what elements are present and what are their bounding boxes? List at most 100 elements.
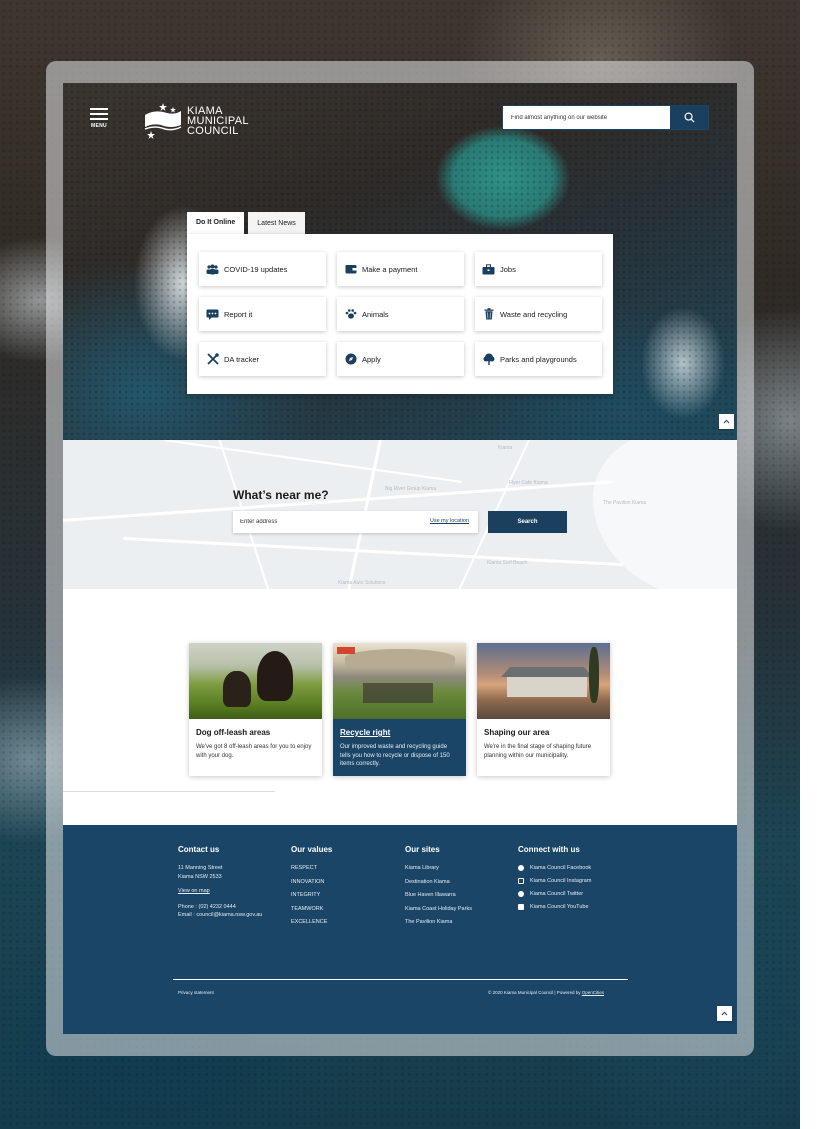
value-item[interactable]: INNOVATION — [291, 879, 332, 886]
card-description: We're in the final stage of shaping futu… — [484, 744, 592, 759]
footer-heading: Contact us — [178, 845, 220, 854]
privacy-statement-link[interactable]: Privacy statement — [178, 990, 214, 995]
footer-heading: Our values — [291, 845, 333, 854]
footer-connect: Connect with us Kiama Council Facebook K… — [518, 845, 591, 917]
pavilion-photo — [477, 643, 610, 719]
card-title: Recycle right — [340, 728, 391, 737]
do-it-online-panel: COVID-19 updates Make a payment Jobs Rep… — [187, 234, 613, 394]
footer-divider — [173, 979, 628, 980]
tile-report-it[interactable]: Report it — [199, 297, 326, 331]
tile-da-tracker[interactable]: DA tracker — [199, 342, 326, 376]
card-title: Shaping our area — [484, 728, 550, 737]
roof-shape — [501, 667, 593, 677]
tile-parks-playgrounds[interactable]: Parks and playgrounds — [475, 342, 602, 376]
building-shape — [507, 675, 587, 697]
section-divider — [63, 791, 275, 792]
tab-latest-news[interactable]: Latest News — [248, 212, 305, 234]
hero-tabs: Do It Online Latest News — [187, 212, 305, 234]
footer-sites: Our sites Kiama Library Destination Kiam… — [405, 845, 472, 933]
chevron-up-icon — [723, 419, 730, 424]
feature-cards: Dog off-leash areas We've got 8 off-leas… — [189, 643, 610, 776]
card-recycle-right[interactable]: Recycle right Our improved waste and rec… — [333, 643, 466, 776]
dog-shape — [223, 671, 251, 707]
value-item[interactable]: EXCELLENCE — [291, 919, 332, 926]
tile-label: Waste and recycling — [500, 309, 568, 319]
site-search — [502, 105, 709, 130]
footer-contact: Contact us 11 Manning Street Kiama NSW 2… — [178, 845, 262, 926]
site-link[interactable]: Kiama Coast Holiday Parks — [405, 906, 472, 913]
twitter-icon — [518, 891, 524, 897]
map-label: Big River Group Kiama — [385, 486, 437, 492]
bin-icon — [482, 308, 495, 321]
logo-emblem-icon — [144, 103, 182, 139]
opencities-link[interactable]: OpenCities — [582, 990, 604, 995]
card-shaping-our-area[interactable]: Shaping our area We're in the final stag… — [477, 643, 610, 776]
tile-animals[interactable]: Animals — [337, 297, 464, 331]
twitter-link[interactable]: Kiama Council Twitter — [518, 891, 591, 897]
use-my-location-link[interactable]: Use my location — [430, 518, 469, 524]
value-item[interactable]: RESPECT — [291, 865, 332, 872]
chevron-up-icon — [721, 1011, 728, 1016]
service-grid: COVID-19 updates Make a payment Jobs Rep… — [199, 252, 602, 376]
dog-shape — [257, 651, 293, 701]
tile-covid-updates[interactable]: COVID-19 updates — [199, 252, 326, 286]
page-margin — [800, 0, 824, 1129]
address-input[interactable] — [240, 511, 400, 533]
site-footer: Contact us 11 Manning Street Kiama NSW 2… — [63, 825, 737, 1034]
map-label: Flyer Cafe Kiama — [509, 480, 548, 486]
scroll-up-button[interactable] — [719, 414, 734, 429]
paw-icon — [344, 308, 357, 321]
social-label: Kiama Council Twitter — [530, 891, 584, 897]
hamburger-icon-bar — [90, 113, 108, 115]
tile-label: COVID-19 updates — [224, 264, 288, 274]
website-page: MENU KIAMA MUNICIPAL COUNCIL Find almost… — [63, 83, 737, 1034]
social-label: Kiama Council YouTube — [530, 904, 589, 910]
footer-values: Our values RESPECT INNOVATION INTEGRITY … — [291, 845, 332, 933]
tile-waste-recycling[interactable]: Waste and recycling — [475, 297, 602, 331]
compass-icon — [344, 353, 357, 366]
logo-text: KIAMA MUNICIPAL COUNCIL — [187, 106, 249, 137]
back-to-top-button[interactable] — [717, 1006, 732, 1021]
chat-icon — [206, 308, 219, 321]
social-label: Kiama Council Instagram — [530, 878, 592, 884]
map-label: Kiama — [498, 445, 513, 451]
briefcase-icon — [482, 263, 495, 276]
value-item[interactable]: INTEGRITY — [291, 892, 332, 899]
tab-do-it-online[interactable]: Do It Online — [187, 212, 245, 234]
address-box: Use my location — [233, 511, 478, 533]
tile-make-payment[interactable]: Make a payment — [337, 252, 464, 286]
facebook-link[interactable]: Kiama Council Facebook — [518, 865, 591, 871]
map-road — [123, 536, 623, 567]
search-input[interactable] — [503, 106, 670, 129]
site-link[interactable]: Blue Haven Illawarra — [405, 892, 472, 899]
council-logo[interactable]: KIAMA MUNICIPAL COUNCIL — [143, 103, 249, 139]
site-link[interactable]: Kiama Library — [405, 865, 472, 872]
youtube-link[interactable]: Kiama Council YouTube — [518, 904, 591, 910]
site-link[interactable]: The Pavilion Kiama — [405, 919, 472, 926]
map-coastline — [593, 440, 737, 589]
menu-button[interactable]: MENU — [88, 105, 110, 129]
social-label: Kiama Council Facebook — [530, 865, 592, 871]
view-on-map-link[interactable]: View on map — [178, 888, 262, 895]
card-title: Dog off-leash areas — [196, 728, 271, 737]
near-me-search-button[interactable]: Search — [488, 511, 567, 533]
marquee-shape — [345, 649, 455, 667]
card-dog-off-leash[interactable]: Dog off-leash areas We've got 8 off-leas… — [189, 643, 322, 776]
hamburger-icon-bar — [90, 118, 108, 120]
facebook-icon — [518, 865, 524, 871]
tile-jobs[interactable]: Jobs — [475, 252, 602, 286]
footer-heading: Our sites — [405, 845, 440, 854]
instagram-link[interactable]: Kiama Council Instagram — [518, 878, 591, 884]
tile-label: Animals — [362, 309, 389, 319]
tile-label: DA tracker — [224, 354, 260, 364]
search-button[interactable] — [670, 106, 708, 129]
site-link[interactable]: Destination Kiama — [405, 879, 472, 886]
search-icon — [684, 112, 695, 123]
address-line: Kiama NSW 2533 — [178, 873, 222, 880]
tools-icon — [206, 353, 219, 366]
map-label: The Pavilion Kiama — [603, 500, 647, 506]
phone-text: Phone : (02) 4232 0444 — [178, 903, 236, 910]
map-label: Kiama Auto Solutions — [338, 580, 386, 586]
value-item[interactable]: TEAMWORK — [291, 906, 332, 913]
tile-apply[interactable]: Apply — [337, 342, 464, 376]
